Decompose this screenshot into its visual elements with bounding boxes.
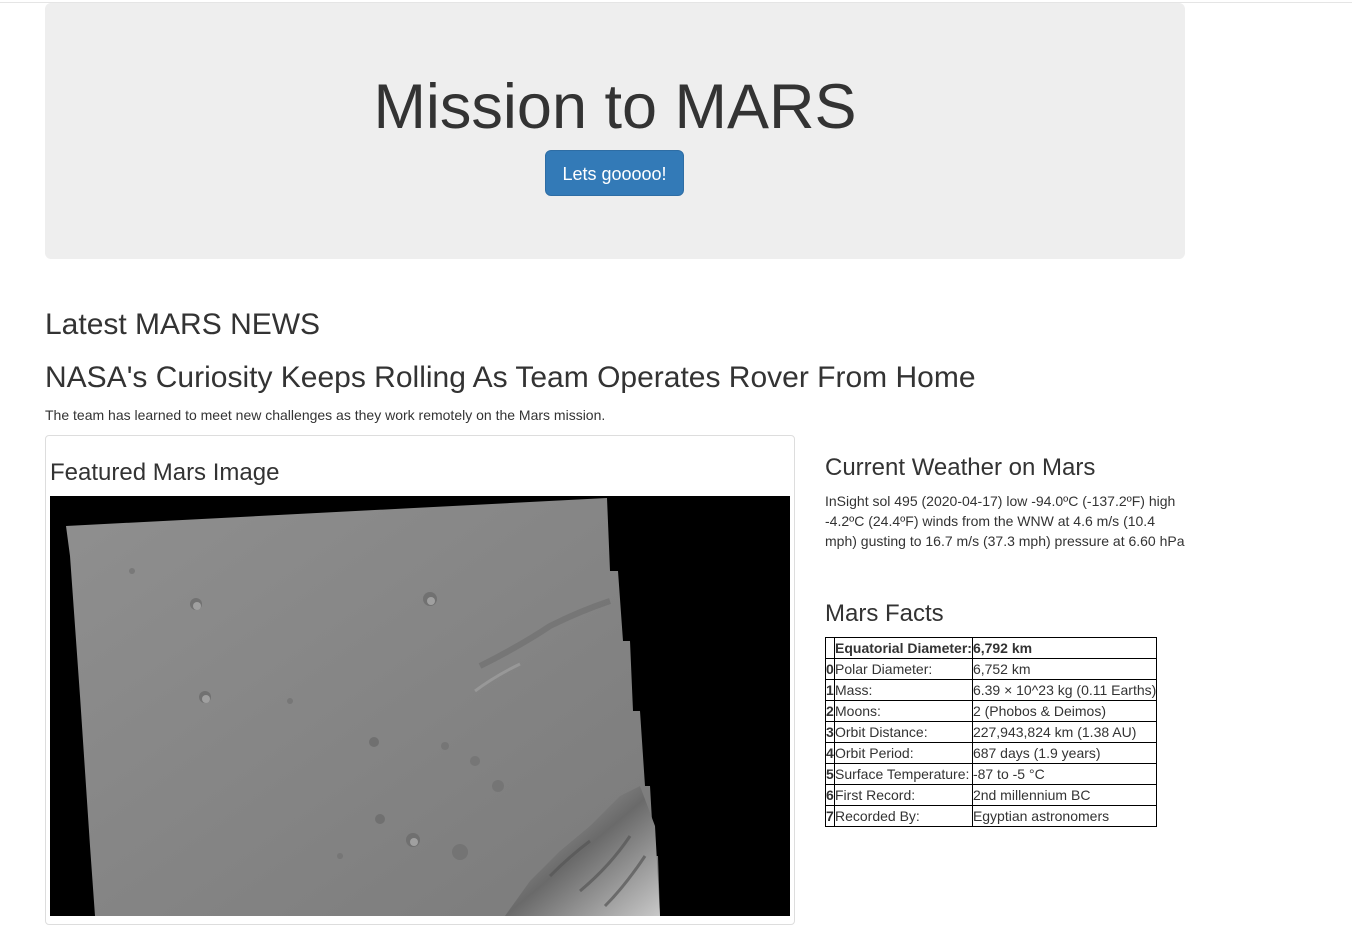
facts-header: Mars Facts bbox=[825, 600, 944, 627]
news-section-header: Latest MARS NEWS bbox=[45, 308, 321, 341]
row-index: 5 bbox=[825, 763, 835, 785]
row-label: Mass: bbox=[834, 679, 973, 701]
scrape-button[interactable]: Lets gooooo! bbox=[545, 150, 684, 196]
row-value: 6.39 × 10^23 kg (0.11 Earths) bbox=[971, 679, 1158, 701]
row-label: Polar Diameter: bbox=[834, 658, 973, 680]
table-row: 0 Polar Diameter: 6,752 km bbox=[825, 658, 1158, 680]
row-value: 2 (Phobos & Deimos) bbox=[971, 700, 1158, 722]
mars-terrain-image bbox=[66, 498, 660, 916]
row-value: 6,752 km bbox=[971, 658, 1158, 680]
news-title: NASA's Curiosity Keeps Rolling As Team O… bbox=[45, 361, 976, 394]
row-value: 687 days (1.9 years) bbox=[971, 742, 1158, 764]
weather-text: InSight sol 495 (2020-04-17) low -94.0ºC… bbox=[825, 493, 1185, 549]
facts-label-header: Equatorial Diameter: bbox=[834, 637, 973, 659]
facts-index-header bbox=[825, 637, 835, 659]
featured-image-header: Featured Mars Image bbox=[50, 459, 280, 486]
weather-header: Current Weather on Mars bbox=[825, 454, 1096, 481]
table-row: 2 Moons: 2 (Phobos & Deimos) bbox=[825, 700, 1158, 722]
row-index: 2 bbox=[825, 700, 835, 722]
table-row: 1 Mass: 6.39 × 10^23 kg (0.11 Earths) bbox=[825, 679, 1158, 701]
row-value: 2nd millennium BC bbox=[971, 784, 1158, 806]
row-label: Recorded By: bbox=[834, 805, 973, 827]
table-row: 7 Recorded By: Egyptian astronomers bbox=[825, 805, 1158, 827]
page-title: Mission to MARS bbox=[373, 72, 857, 142]
row-value: Egyptian astronomers bbox=[971, 805, 1158, 827]
row-value: -87 to -5 °C bbox=[971, 763, 1158, 785]
row-label: First Record: bbox=[834, 784, 973, 806]
facts-header-row: Equatorial Diameter: 6,792 km bbox=[825, 637, 1158, 659]
row-value: 227,943,824 km (1.38 AU) bbox=[971, 721, 1158, 743]
row-index: 0 bbox=[825, 658, 835, 680]
table-row: 4 Orbit Period: 687 days (1.9 years) bbox=[825, 742, 1158, 764]
row-index: 7 bbox=[825, 805, 835, 827]
row-index: 3 bbox=[825, 721, 835, 743]
featured-mars-image bbox=[50, 496, 790, 916]
featured-image-panel: Featured Mars Image bbox=[45, 435, 795, 925]
row-index: 1 bbox=[825, 679, 835, 701]
facts-value-header: 6,792 km bbox=[971, 637, 1158, 659]
jumbotron: Mission to MARS Lets gooooo! bbox=[45, 3, 1185, 259]
row-label: Moons: bbox=[834, 700, 973, 722]
mars-facts-table: Equatorial Diameter: 6,792 km 0 Polar Di… bbox=[825, 637, 1158, 827]
table-row: 3 Orbit Distance: 227,943,824 km (1.38 A… bbox=[825, 721, 1158, 743]
row-index: 4 bbox=[825, 742, 835, 764]
table-row: 5 Surface Temperature: -87 to -5 °C bbox=[825, 763, 1158, 785]
table-row: 6 First Record: 2nd millennium BC bbox=[825, 784, 1158, 806]
row-label: Orbit Period: bbox=[834, 742, 973, 764]
row-index: 6 bbox=[825, 784, 835, 806]
row-label: Surface Temperature: bbox=[834, 763, 973, 785]
news-teaser: The team has learned to meet new challen… bbox=[45, 407, 606, 423]
row-label: Orbit Distance: bbox=[834, 721, 973, 743]
